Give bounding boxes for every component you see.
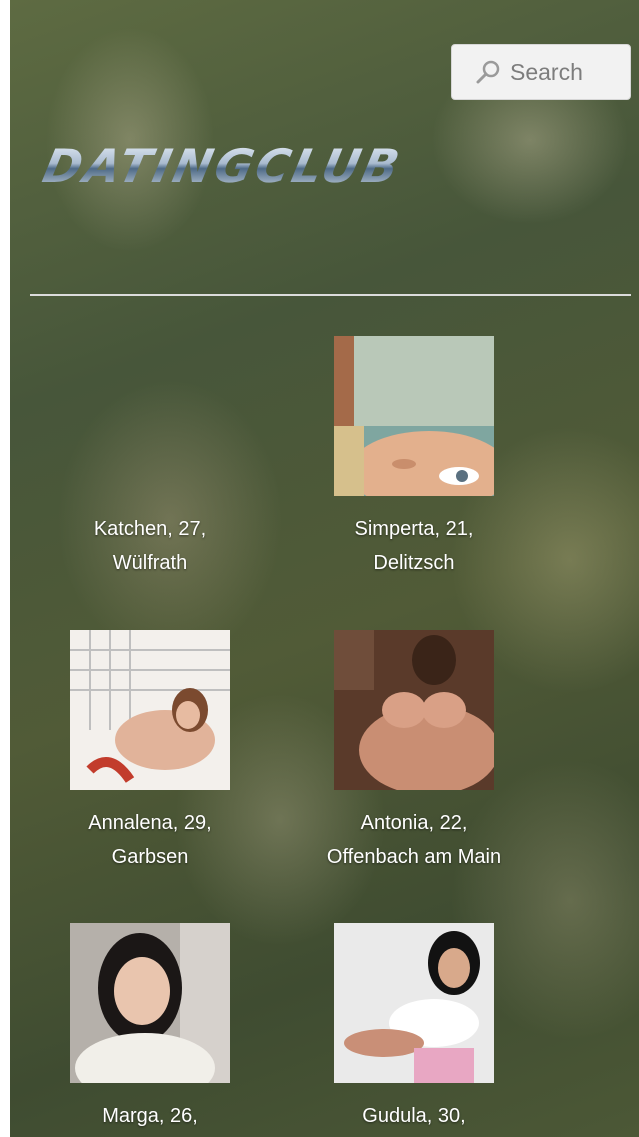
- profile-photo[interactable]: [70, 923, 230, 1083]
- profile-caption[interactable]: Gudula, 30,: [274, 1099, 554, 1133]
- profile-city: Wülfrath: [112, 552, 188, 574]
- profile-name: Simperta, 21,: [354, 518, 474, 540]
- profile-name: Katchen, 27,: [93, 518, 207, 540]
- profile-name: Antonia, 22,: [360, 812, 468, 834]
- profile-city: Offenbach am Main: [326, 846, 502, 868]
- profile-photo[interactable]: [334, 336, 494, 496]
- profile-city: Delitzsch: [373, 552, 455, 574]
- profile-name: Annalena, 29,: [88, 812, 212, 834]
- page-background: Search DATINGCLUB Katchen, 27, Wülfrath: [10, 0, 639, 1137]
- profile-caption[interactable]: Annalena, 29, Garbsen: [10, 806, 290, 874]
- profile-caption[interactable]: Simperta, 21, Delitzsch: [274, 512, 554, 580]
- search-icon: [476, 60, 500, 84]
- profile-caption[interactable]: Antonia, 22, Offenbach am Main: [274, 806, 554, 874]
- profile-card[interactable]: Annalena, 29, Garbsen: [10, 630, 290, 874]
- profile-card[interactable]: Simperta, 21, Delitzsch: [274, 336, 554, 580]
- search-label: Search: [510, 58, 583, 85]
- profile-photo[interactable]: [334, 923, 494, 1083]
- header-divider: [30, 294, 631, 296]
- profile-photo[interactable]: [334, 630, 494, 790]
- profile-caption[interactable]: Marga, 26,: [10, 1099, 290, 1133]
- profile-name: Gudula, 30,: [362, 1105, 466, 1127]
- profile-photo[interactable]: [70, 630, 230, 790]
- site-logo[interactable]: DATINGCLUB: [38, 139, 509, 193]
- profile-caption[interactable]: Katchen, 27, Wülfrath: [10, 512, 290, 580]
- profile-card[interactable]: Marga, 26,: [10, 923, 290, 1133]
- profile-name: Marga, 26,: [102, 1105, 198, 1127]
- search-button[interactable]: Search: [451, 44, 631, 100]
- profile-card[interactable]: Gudula, 30,: [274, 923, 554, 1133]
- profile-card[interactable]: Katchen, 27, Wülfrath: [10, 336, 290, 580]
- profile-city: Garbsen: [111, 846, 189, 868]
- profile-card[interactable]: Antonia, 22, Offenbach am Main: [274, 630, 554, 874]
